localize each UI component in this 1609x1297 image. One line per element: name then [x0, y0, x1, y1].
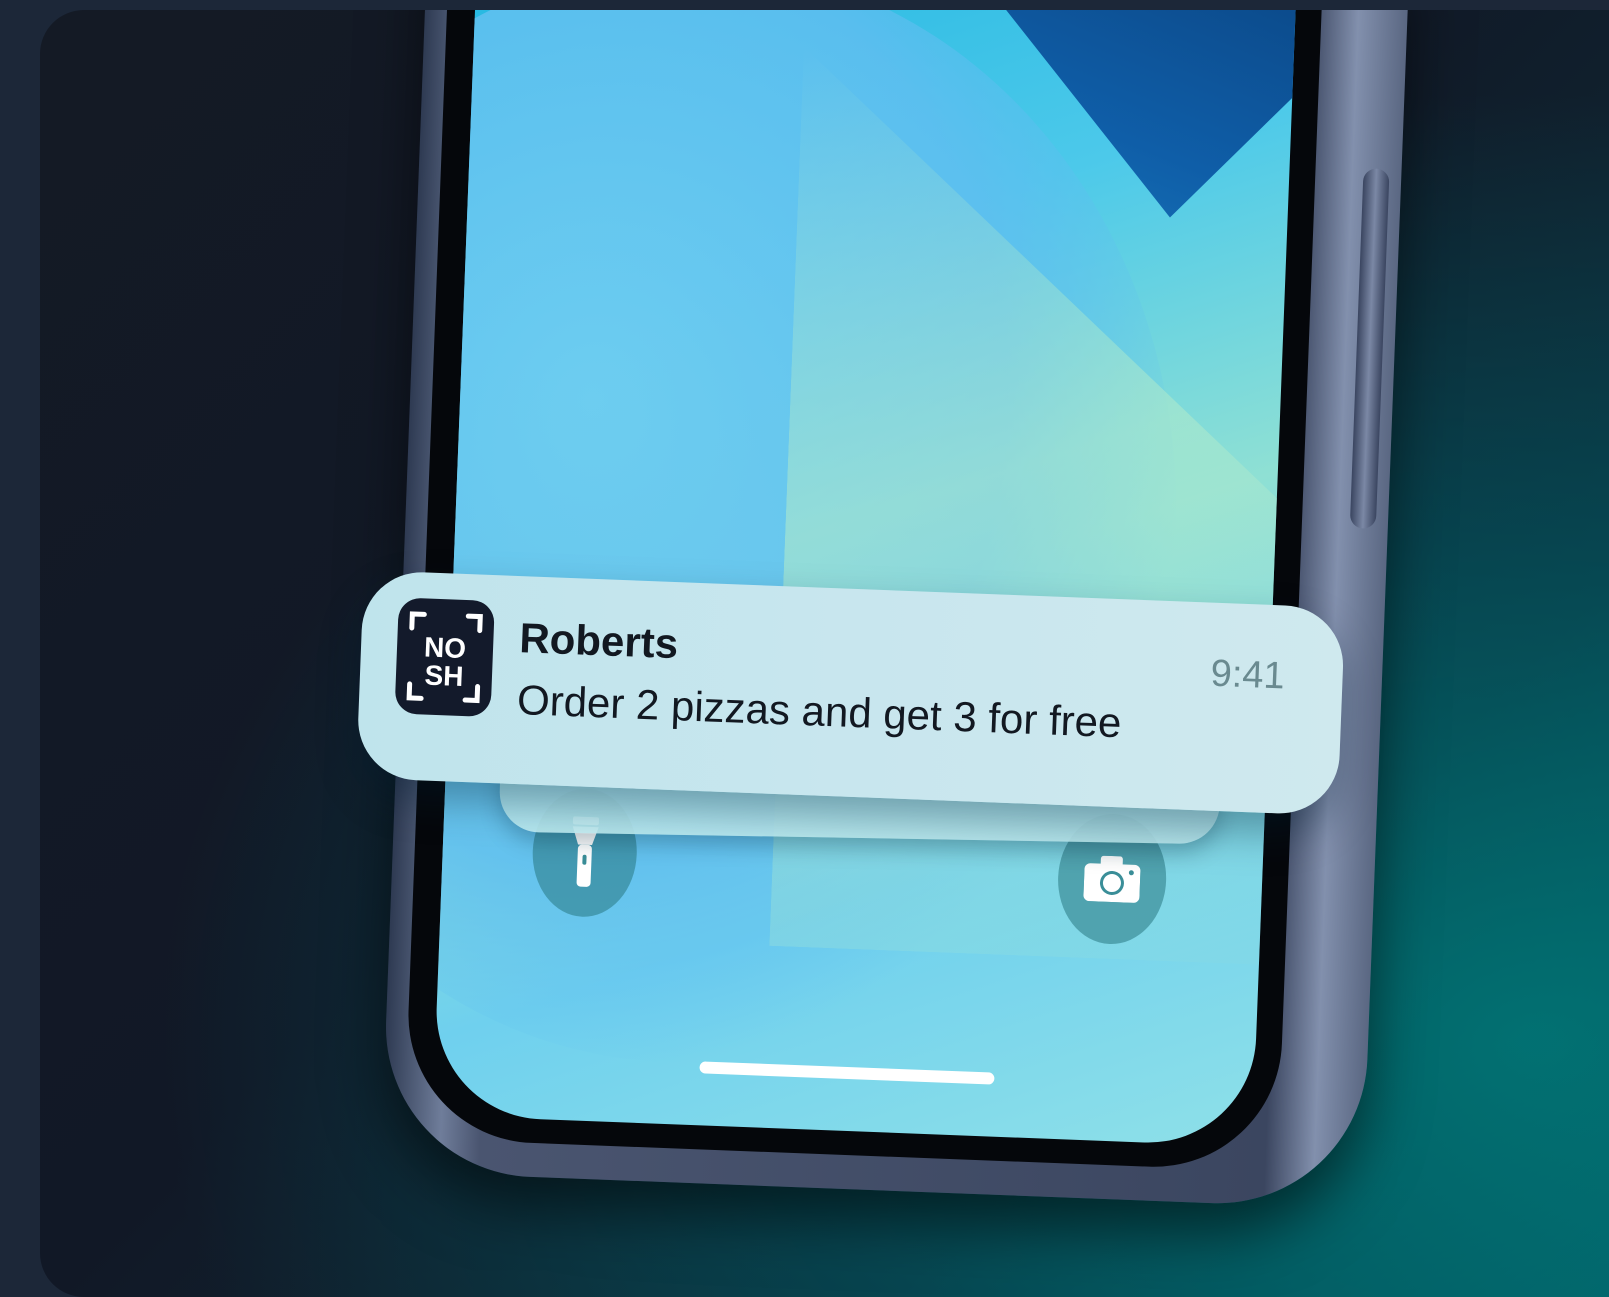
- background-card: NO SH Roberts Order 2 pizzas and get 3 f…: [40, 10, 1609, 1297]
- home-indicator[interactable]: [699, 1061, 995, 1085]
- notification-message: Order 2 pizzas and get 3 for free: [516, 676, 1123, 747]
- notification-time: 9:41: [1209, 652, 1286, 698]
- notification-banner[interactable]: NO SH Roberts Order 2 pizzas and get 3 f…: [356, 570, 1346, 816]
- nosh-logo-icon: NO SH: [406, 611, 483, 704]
- nosh-app-icon: NO SH: [394, 597, 495, 718]
- icon-text-bottom: SH: [424, 659, 464, 691]
- camera-icon: [1083, 855, 1141, 903]
- notification-title: Roberts: [518, 614, 680, 668]
